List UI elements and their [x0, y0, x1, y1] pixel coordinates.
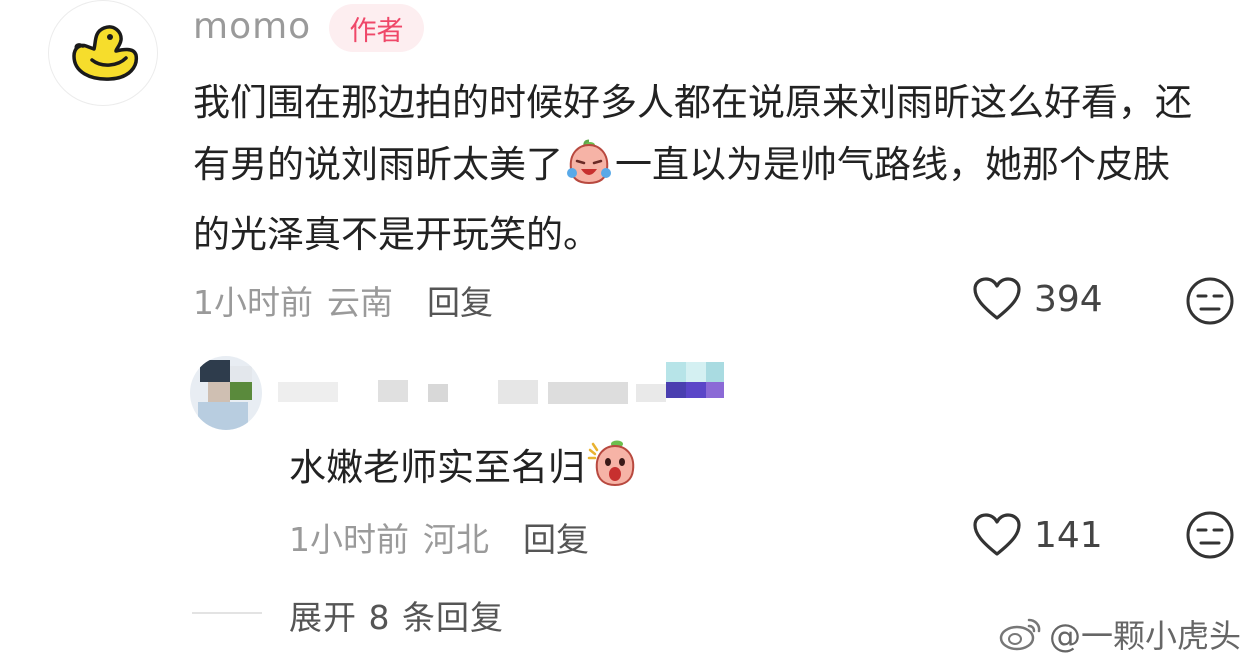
reply-username-redacted: [278, 362, 728, 418]
reply-time: 1小时前: [289, 520, 409, 559]
neutral-face-icon: [1186, 511, 1234, 559]
neutral-face-icon: [1186, 277, 1234, 325]
author-name[interactable]: momo: [193, 6, 311, 47]
heart-icon: [973, 277, 1021, 320]
comment-location: 云南: [327, 283, 393, 322]
reply-avatar[interactable]: [190, 356, 262, 430]
heart-icon: [973, 513, 1021, 556]
comment-reply-button[interactable]: 回复: [427, 276, 493, 324]
comment-like-button[interactable]: 394: [972, 276, 1103, 322]
reply-like-button[interactable]: 141: [972, 512, 1103, 558]
comment-dislike-button[interactable]: [1185, 276, 1235, 330]
weibo-logo-icon: [999, 618, 1041, 651]
author-avatar[interactable]: [48, 0, 158, 106]
reply-text-content: 水嫩老师实至名归: [289, 446, 585, 489]
expand-replies-button[interactable]: 展开 8 条回复: [289, 591, 504, 639]
crying-laugh-emoji-icon: [565, 139, 613, 204]
reply-text: 水嫩老师实至名归: [289, 438, 641, 502]
expand-divider: [192, 612, 262, 614]
reply-location: 河北: [423, 520, 489, 559]
watermark: @一颗小虎头: [999, 611, 1241, 657]
shocked-emoji-icon: [587, 438, 639, 502]
comment-time: 1小时前: [193, 283, 313, 322]
comment-text: 我们围在那边拍的时候好多人都在说原来刘雨昕这么好看，还有男的说刘雨昕太美了 一直…: [193, 72, 1203, 266]
comment-like-count: 394: [1034, 278, 1103, 320]
reply-like-count: 141: [1034, 514, 1103, 556]
duck-icon: [72, 25, 139, 81]
watermark-text: @一颗小虎头: [1048, 617, 1241, 655]
reply-reply-button[interactable]: 回复: [523, 513, 589, 561]
reply-dislike-button[interactable]: [1185, 510, 1235, 564]
reply-meta: 1小时前 河北 回复: [289, 513, 589, 561]
comment-meta: 1小时前 云南 回复: [193, 276, 493, 324]
author-badge: 作者: [329, 4, 424, 52]
